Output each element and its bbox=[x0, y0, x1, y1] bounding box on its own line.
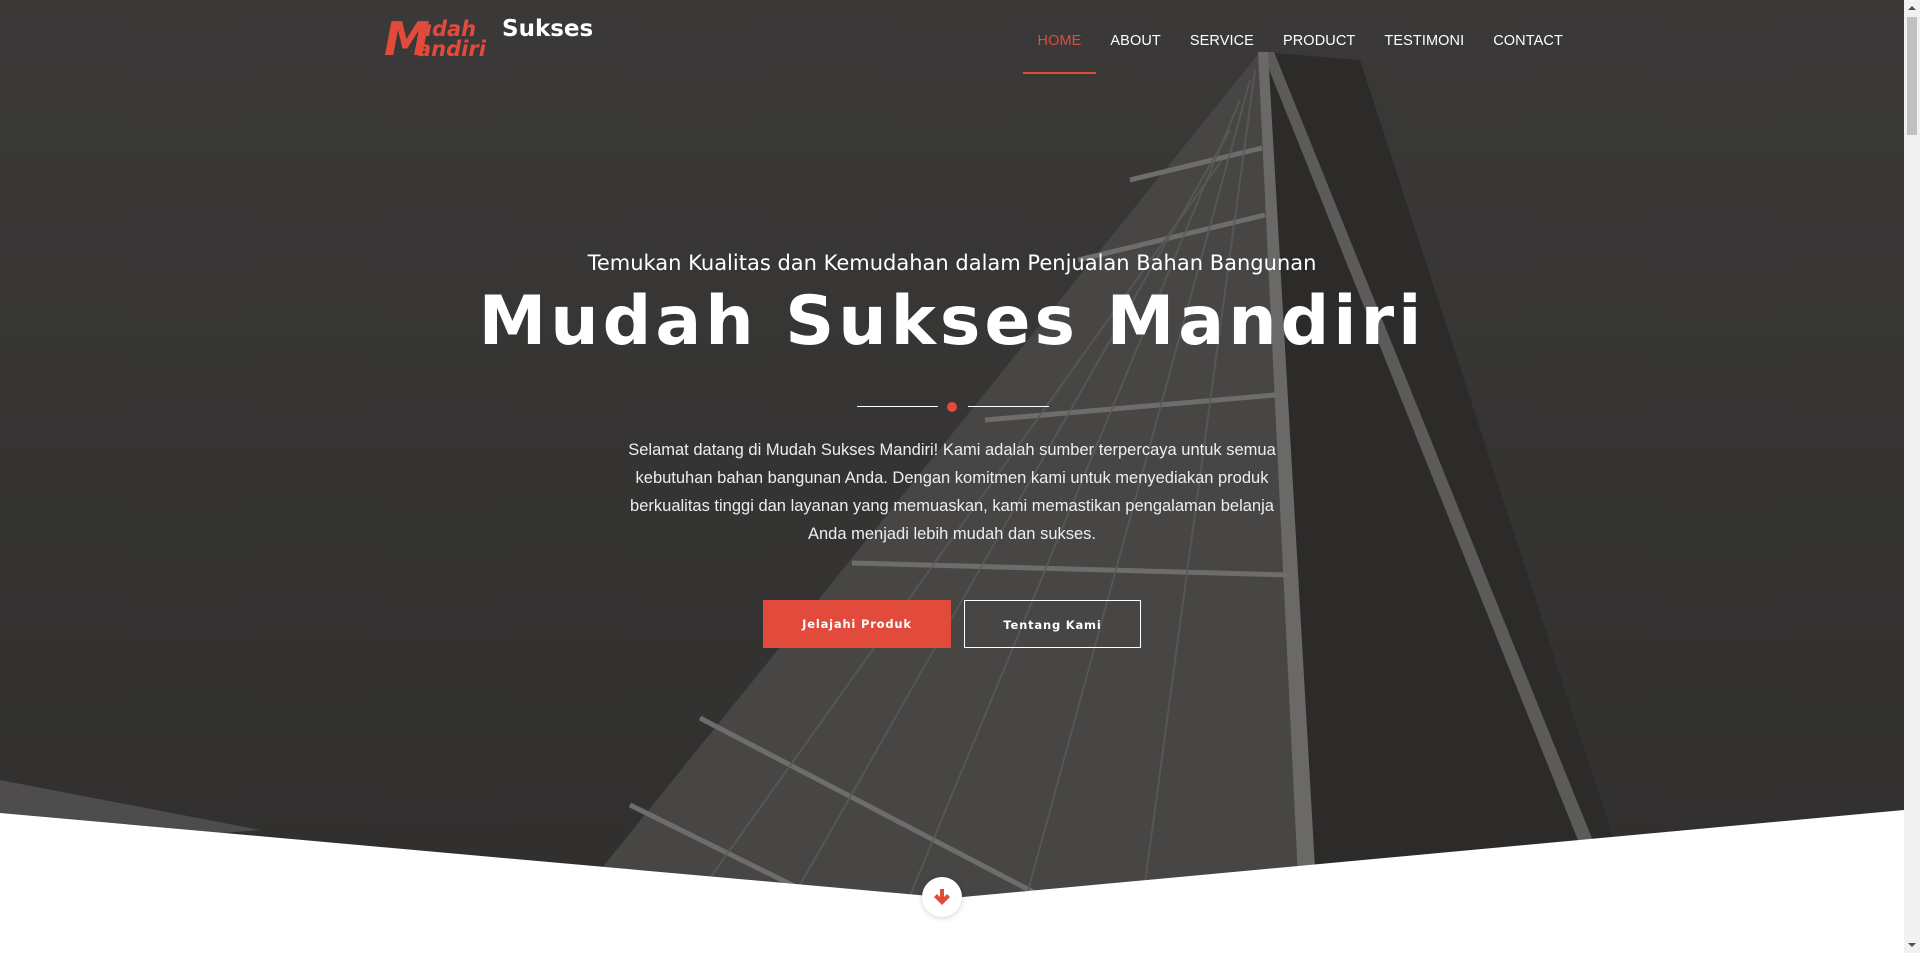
scroll-down-arrow-icon[interactable] bbox=[1907, 940, 1917, 950]
divider-line-right bbox=[968, 406, 1049, 407]
nav-home[interactable]: HOME bbox=[1023, 0, 1096, 74]
nav-contact[interactable]: CONTACT bbox=[1479, 0, 1578, 74]
nav-product[interactable]: PRODUCT bbox=[1268, 0, 1369, 74]
site-logo[interactable]: M udah andiri Sukses bbox=[384, 14, 594, 60]
explore-products-button[interactable]: Jelajahi Produk bbox=[763, 600, 951, 648]
page-scrollbar[interactable] bbox=[1904, 0, 1920, 953]
divider-line-left bbox=[857, 406, 938, 407]
nav-about[interactable]: ABOUT bbox=[1096, 0, 1175, 74]
logo-word-andiri: andiri bbox=[417, 37, 487, 60]
arrow-down-icon bbox=[934, 889, 950, 905]
divider-dot bbox=[947, 402, 957, 412]
nav-service[interactable]: SERVICE bbox=[1175, 0, 1268, 74]
hero-section: M udah andiri Sukses HOME ABOUT SERVICE … bbox=[0, 0, 1904, 953]
scroll-up-arrow-icon[interactable] bbox=[1907, 3, 1917, 13]
scroll-down-button[interactable] bbox=[922, 877, 962, 917]
hero-title: Mudah Sukses Mandiri bbox=[478, 282, 1426, 361]
hero-subtitle: Temukan Kualitas dan Kemudahan dalam Pen… bbox=[587, 251, 1317, 275]
hero-divider bbox=[857, 400, 1049, 414]
scrollbar-thumb[interactable] bbox=[1907, 17, 1917, 135]
about-us-button[interactable]: Tentang Kami bbox=[964, 600, 1141, 648]
logo-word-sukses: Sukses bbox=[502, 16, 593, 42]
main-navigation: HOME ABOUT SERVICE PRODUCT TESTIMONI CON… bbox=[1023, 0, 1577, 76]
hero-description: Selamat datang di Mudah Sukses Mandiri! … bbox=[628, 441, 1276, 543]
nav-testimoni[interactable]: TESTIMONI bbox=[1370, 0, 1479, 74]
